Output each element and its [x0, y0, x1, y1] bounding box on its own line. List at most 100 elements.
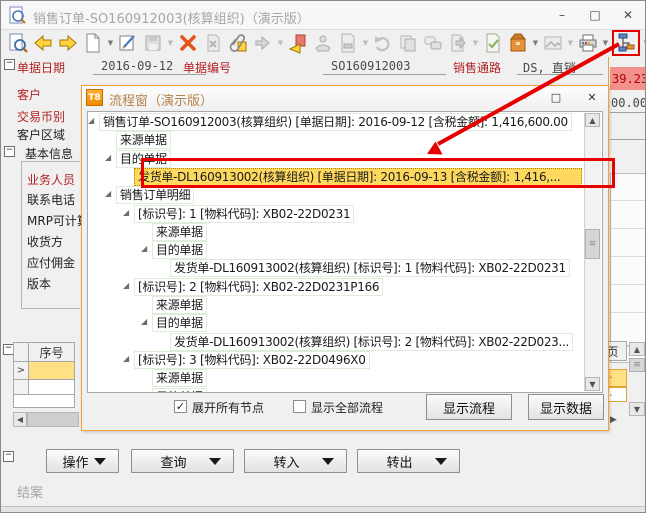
back-icon[interactable]: [32, 32, 54, 54]
tree-row: 来源单据: [88, 369, 602, 387]
close-button[interactable]: ✕: [617, 7, 639, 23]
forward-icon[interactable]: [57, 32, 79, 54]
tree-scroll-down-icon[interactable]: ▼: [585, 377, 600, 391]
flow-chart-icon[interactable]: [612, 30, 640, 56]
audit-icon[interactable]: [312, 32, 334, 54]
group-label-basicinfo: 基本信息: [25, 145, 73, 162]
tree-node-label[interactable]: 目的单据: [116, 150, 171, 168]
expand-all-checkbox[interactable]: ✓: [174, 400, 187, 413]
grid-hscrollbar[interactable]: [27, 412, 79, 427]
tree-node-label[interactable]: 发货单-DL160913002(核算组织) [标识号]: 2 [物料代码]: X…: [170, 333, 573, 351]
tree-expand-icon[interactable]: ◢: [123, 208, 129, 217]
tree-expand-icon[interactable]: ◢: [88, 116, 94, 125]
action-button[interactable]: 操作: [46, 449, 119, 473]
field-value-docno[interactable]: SO160912003: [331, 59, 410, 73]
maximize-button[interactable]: □: [584, 7, 606, 23]
tree-expand-icon[interactable]: ◢: [105, 189, 111, 198]
tree-node-label[interactable]: [标识号]: 3 [物料代码]: XB02-22D0496X0: [134, 351, 370, 369]
verify-icon[interactable]: [482, 32, 504, 54]
edit-icon[interactable]: [117, 32, 139, 54]
forward-document-icon[interactable]: [447, 32, 469, 54]
tree-node-label[interactable]: 发货单-DL160913002(核算组织) [单据日期]: 2016-09-13…: [134, 168, 582, 186]
show-full-flow-checkbox[interactable]: [293, 400, 306, 413]
tree-row: ◢ [标识号]: 1 [物料代码]: XB02-22D0231: [88, 205, 602, 223]
tree-node-label[interactable]: 来源单据: [152, 223, 207, 241]
dialog-close-button[interactable]: ✕: [582, 90, 602, 105]
tree-scroll-thumb[interactable]: ≡: [585, 229, 600, 259]
tree-node-label[interactable]: 目的单据: [152, 314, 207, 332]
field-value-docdate[interactable]: 2016-09-12: [101, 59, 173, 73]
tree-expand-icon[interactable]: ◢: [123, 281, 129, 290]
tree-node-label[interactable]: 销售订单-SO160912003(核算组织) [单据日期]: 2016-09-1…: [99, 113, 572, 131]
tree-node-label[interactable]: 发货单-DL160913002(核算组织) [标识号]: 1 [物料代码]: X…: [170, 259, 570, 277]
tree-node-label[interactable]: [标识号]: 2 [物料代码]: XB02-22D0231P166: [134, 278, 383, 296]
tree-expand-icon[interactable]: ◢: [141, 317, 147, 326]
group-item-version: 版本: [27, 275, 51, 292]
print-dropdown-icon[interactable]: ▼: [602, 39, 609, 47]
tree-node-label[interactable]: 来源单据: [116, 131, 171, 149]
tree-vscrollbar[interactable]: ▲ ≡ ▼: [584, 113, 601, 391]
tree-expand-icon[interactable]: ◢: [123, 354, 129, 363]
transfer-dropdown-icon[interactable]: ▼: [277, 39, 284, 47]
tree-scroll-up-icon[interactable]: ▲: [585, 113, 600, 127]
grid-scroll-thumb[interactable]: ≡: [629, 358, 645, 372]
amount-field: 00.00: [611, 96, 646, 110]
print-icon[interactable]: [577, 32, 599, 54]
submit-icon[interactable]: [287, 32, 309, 54]
tree-expand-icon[interactable]: ◢: [105, 153, 111, 162]
view-document-icon[interactable]: [7, 32, 29, 54]
archive-dropdown-icon[interactable]: ▼: [532, 39, 539, 47]
collapse-footer-icon[interactable]: −: [3, 451, 14, 462]
transfer-icon[interactable]: [252, 32, 274, 54]
field-underline: [610, 139, 646, 140]
grid-row[interactable]: [13, 394, 75, 408]
show-data-button[interactable]: 显示数据: [528, 394, 604, 420]
dialog-maximize-button[interactable]: □: [546, 90, 566, 105]
dialog-minimize-button[interactable]: –: [514, 90, 534, 105]
image-icon[interactable]: [542, 32, 564, 54]
tree-node-label[interactable]: 目的单据: [152, 241, 207, 259]
forward-document-dropdown-icon[interactable]: ▼: [472, 39, 479, 47]
tree-row: 发货单-DL160913002(核算组织) [单据日期]: 2016-09-13…: [88, 168, 602, 186]
save-icon[interactable]: [142, 32, 164, 54]
tree-expand-icon[interactable]: ◢: [141, 391, 147, 394]
cancel-document-icon[interactable]: [202, 32, 224, 54]
grid-row[interactable]: [28, 379, 75, 395]
stamp-dropdown-icon[interactable]: ▼: [362, 39, 369, 47]
new-document-icon[interactable]: [82, 32, 104, 54]
collapse-group-icon[interactable]: −: [4, 146, 15, 157]
save-dropdown-icon[interactable]: ▼: [167, 39, 174, 47]
collapse-header-icon[interactable]: −: [4, 59, 15, 70]
new-document-dropdown-icon[interactable]: ▼: [107, 39, 114, 47]
comment-icon[interactable]: [422, 32, 444, 54]
undo-icon[interactable]: [372, 32, 394, 54]
tree-node-label[interactable]: 销售订单明细: [116, 186, 194, 204]
grid-row-selector[interactable]: [13, 379, 29, 395]
tree-node-label[interactable]: [标识号]: 1 [物料代码]: XB02-22D0231: [134, 205, 354, 223]
tree-node-label[interactable]: 来源单据: [152, 369, 207, 387]
attachment-icon[interactable]: [227, 32, 249, 54]
grid-index-header: 序号: [28, 342, 75, 362]
transfer-out-button[interactable]: 转出: [357, 449, 460, 473]
grid-scroll-left-icon[interactable]: ◀: [13, 412, 27, 427]
archive-icon[interactable]: [507, 32, 529, 54]
tree-row: ◢ 销售订单明细: [88, 186, 602, 204]
tree-expand-icon[interactable]: ◢: [141, 244, 147, 253]
image-dropdown-icon[interactable]: ▼: [567, 39, 574, 47]
show-flow-button[interactable]: 显示流程: [426, 394, 512, 420]
query-button[interactable]: 查询: [131, 449, 234, 473]
copy-icon[interactable]: [397, 32, 419, 54]
grid-scroll-right-icon[interactable]: ▶: [610, 415, 617, 425]
minimize-button[interactable]: –: [551, 7, 573, 23]
delete-icon[interactable]: [177, 32, 199, 54]
tree-node-label[interactable]: 目的单据: [152, 388, 207, 394]
grid-row-selected[interactable]: [28, 361, 75, 380]
field-label-docdate: 单据日期: [17, 59, 65, 76]
dropdown-arrow-icon: [322, 458, 334, 465]
grid-scroll-down-icon[interactable]: ▼: [629, 402, 645, 416]
grid-scroll-up-icon[interactable]: ▲: [629, 342, 645, 356]
tree-node-label[interactable]: 来源单据: [152, 296, 207, 314]
transfer-in-button[interactable]: 转入: [244, 449, 347, 473]
stamp-document-icon[interactable]: [337, 32, 359, 54]
toolbar: ▼ ▼ ▼ ▼ ▼ ▼ ▼ ▼ ▼: [1, 29, 645, 56]
